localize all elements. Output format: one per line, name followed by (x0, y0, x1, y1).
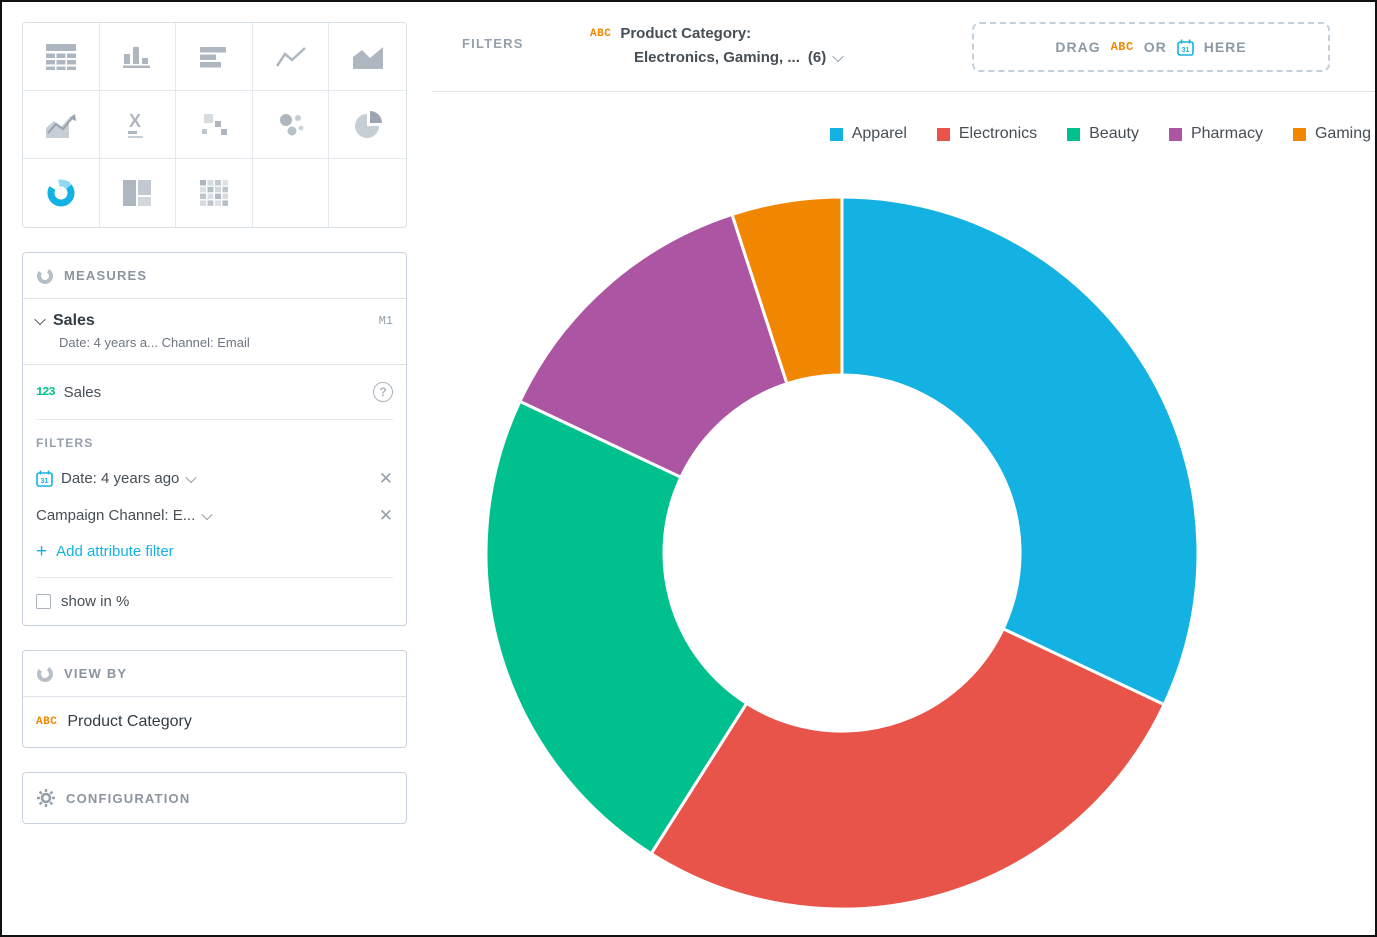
attribute-filter-label: Campaign Channel: E... (36, 507, 195, 524)
vis-type-bubble-chart[interactable] (253, 91, 330, 159)
configuration-panel: CONFIGURATION (22, 772, 407, 824)
table-icon (46, 44, 76, 70)
main-area: FILTERS ABC Product Category: Electronic… (432, 2, 1375, 935)
measures-panel: MEASURES Sales M1 Date: 4 years a... Cha… (22, 252, 407, 626)
metric-label: Sales (64, 384, 364, 401)
filter-chip-value: Electronics, Gaming, ... (634, 49, 800, 66)
measure-subtitle: Date: 4 years a... Channel: Email (59, 335, 393, 350)
measure-bucket-item[interactable]: Sales M1 Date: 4 years a... Channel: Ema… (23, 299, 406, 365)
measure-title: Sales (53, 312, 370, 330)
calendar-icon: 31 (1177, 39, 1194, 56)
add-attribute-filter-label: Add attribute filter (56, 543, 174, 560)
pie-chart-icon (354, 111, 382, 139)
bar-chart-icon (200, 45, 228, 69)
vis-type-treemap[interactable] (100, 159, 177, 227)
vis-type-table[interactable] (23, 23, 100, 91)
sidebar: X (22, 22, 407, 824)
dropzone-or-label: OR (1144, 39, 1167, 55)
help-icon[interactable]: ? (373, 382, 393, 402)
donut-chart-icon (46, 178, 76, 208)
vis-type-donut-chart[interactable] (23, 159, 100, 227)
headline-icon: X (124, 111, 150, 139)
add-attribute-filter-button[interactable]: + Add attribute filter (23, 534, 406, 577)
chevron-down-icon (186, 471, 197, 482)
checkbox-icon[interactable] (36, 594, 51, 609)
attribute-type-tag: ABC (1111, 40, 1134, 54)
filter-chip-title: Product Category: (620, 25, 751, 42)
bubble-chart-icon (277, 112, 305, 138)
filters-bar: FILTERS ABC Product Category: Electronic… (432, 2, 1375, 92)
measures-header: MEASURES (23, 253, 406, 299)
attribute-type-tag: ABC (36, 716, 57, 728)
metric-row[interactable]: 123 Sales ? (23, 365, 406, 419)
remove-attribute-filter-icon[interactable]: ✕ (379, 507, 393, 524)
filters-section-label: FILTERS (23, 420, 406, 460)
filter-drop-zone[interactable]: DRAG ABC OR 31 HERE (972, 22, 1330, 72)
chevron-down-icon (202, 508, 213, 519)
gear-icon (36, 788, 56, 808)
numeric-type-tag: 123 (36, 385, 55, 399)
vis-type-heatmap[interactable] (176, 159, 253, 227)
donut-chart (432, 91, 1377, 937)
visualization-picker: X (22, 22, 407, 228)
chevron-down-icon[interactable] (34, 314, 45, 325)
chevron-down-icon (833, 50, 844, 61)
dropzone-here-label: HERE (1204, 39, 1247, 55)
scatter-plot-icon (200, 112, 228, 138)
configuration-header-label: CONFIGURATION (66, 791, 190, 806)
vis-type-empty-cell (253, 159, 330, 227)
heatmap-icon (200, 180, 228, 206)
vis-type-scatter-plot[interactable] (176, 91, 253, 159)
show-in-percent-toggle[interactable]: show in % (23, 578, 406, 625)
donut-bucket-icon (36, 267, 54, 285)
product-category-filter-chip[interactable]: ABC Product Category: Electronics, Gamin… (590, 25, 842, 66)
measure-badge: M1 (379, 314, 393, 328)
date-filter-row[interactable]: 31 Date: 4 years ago ✕ (23, 460, 406, 497)
view-by-attribute-item[interactable]: ABC Product Category (23, 697, 406, 747)
vis-type-empty-cell (329, 159, 406, 227)
view-by-header-label: VIEW BY (64, 666, 127, 681)
donut-segment-apparel[interactable] (842, 197, 1198, 705)
filter-chip-count: (6) (808, 49, 826, 66)
donut-bucket-icon (36, 665, 54, 683)
date-filter-label: Date: 4 years ago (61, 470, 179, 487)
view-by-header: VIEW BY (23, 651, 406, 697)
treemap-icon (123, 180, 151, 206)
vis-type-area-chart[interactable] (329, 23, 406, 91)
attribute-filter-row[interactable]: Campaign Channel: E... ✕ (23, 497, 406, 534)
vis-type-pie-chart[interactable] (329, 91, 406, 159)
combo-chart-icon (46, 112, 76, 138)
donut-segment-electronics[interactable] (651, 629, 1164, 909)
calendar-icon: 31 (36, 470, 53, 487)
vis-type-bar-chart[interactable] (176, 23, 253, 91)
analytical-designer-app: X (0, 0, 1377, 937)
svg-text:31: 31 (41, 478, 49, 485)
vis-type-line-chart[interactable] (253, 23, 330, 91)
vis-type-headline[interactable]: X (100, 91, 177, 159)
column-chart-icon (123, 44, 151, 70)
dropzone-drag-label: DRAG (1055, 39, 1100, 55)
measures-header-label: MEASURES (64, 268, 147, 283)
svg-text:X: X (129, 111, 141, 131)
svg-text:31: 31 (1181, 47, 1189, 54)
view-by-panel: VIEW BY ABC Product Category (22, 650, 407, 748)
view-by-attribute-label: Product Category (67, 713, 192, 731)
filters-bar-label: FILTERS (462, 36, 524, 51)
area-chart-icon (353, 45, 383, 69)
attribute-type-tag: ABC (590, 28, 611, 40)
show-in-percent-label: show in % (61, 593, 129, 610)
plus-icon: + (36, 542, 47, 561)
vis-type-column-chart[interactable] (100, 23, 177, 91)
remove-date-filter-icon[interactable]: ✕ (379, 470, 393, 487)
line-chart-icon (276, 45, 306, 69)
configuration-header[interactable]: CONFIGURATION (23, 773, 406, 823)
vis-type-combo-chart[interactable] (23, 91, 100, 159)
